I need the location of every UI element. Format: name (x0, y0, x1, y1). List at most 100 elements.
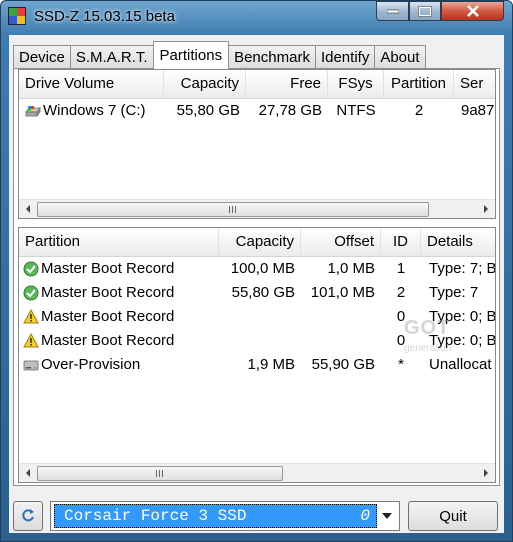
column-header-capacity[interactable]: Capacity (164, 70, 246, 98)
warning-icon (23, 309, 39, 324)
scroll-thumb[interactable] (37, 202, 429, 217)
partition-details: Unallocat (429, 356, 492, 373)
volume-hscrollbar[interactable] (19, 199, 495, 218)
drive-select-value: Corsair Force 3 SSD 0 (54, 504, 377, 528)
column-header-details[interactable]: Details (421, 228, 495, 256)
window-title: SSD-Z 15.03.15 beta (34, 8, 175, 25)
tab-partitions[interactable]: Partitions (152, 41, 230, 69)
table-row[interactable]: Over-Provision 1,9 MB 55,90 GB * Unalloc… (19, 353, 495, 377)
column-header-fsys[interactable]: FSys (328, 70, 384, 98)
partition-hscrollbar[interactable] (19, 463, 495, 482)
volume-fsys: NTFS (336, 102, 376, 119)
drive-index: 0 (360, 507, 370, 525)
drive-icon (25, 106, 41, 118)
table-row[interactable]: Master Boot Record 55,80 GB 101,0 MB 2 T… (19, 281, 495, 305)
partition-offset: 1,0 MB (327, 260, 375, 277)
tab-benchmark[interactable]: Benchmark (228, 45, 316, 69)
partition-details: Type: 7; B (429, 260, 496, 277)
tab-identify[interactable]: Identify (314, 45, 376, 69)
partition-offset (301, 329, 375, 353)
column-header-id[interactable]: ID (381, 228, 421, 256)
volume-free: 27,78 GB (258, 102, 322, 119)
scroll-right-button[interactable] (477, 200, 495, 218)
partition-capacity (219, 329, 295, 353)
maximize-icon (418, 5, 432, 17)
arrow-right-icon (484, 469, 488, 477)
partition-id: 0 (396, 332, 406, 349)
grip-icon (155, 470, 165, 477)
refresh-button[interactable] (13, 501, 43, 531)
table-row[interactable]: Master Boot Record 0 Type: 0; B (19, 305, 495, 329)
scroll-left-button[interactable] (19, 464, 37, 482)
partition-offset: 101,0 MB (310, 284, 375, 301)
warning-icon (23, 333, 39, 348)
volume-partition: 2 (414, 102, 424, 119)
tab-label: S.M.A.R.T. (75, 49, 148, 66)
partition-id: 0 (396, 308, 406, 325)
partition-details: Type: 7 (429, 284, 479, 301)
partition-offset (301, 305, 375, 329)
minimize-button[interactable] (376, 1, 409, 21)
scroll-right-button[interactable] (477, 464, 495, 482)
column-header-offset[interactable]: Offset (301, 228, 381, 256)
partitions-panel: Drive Volume Capacity Free FSys Partitio… (13, 68, 500, 486)
volume-capacity: 55,80 GB (176, 102, 240, 119)
close-icon (466, 5, 479, 17)
partition-capacity (219, 305, 295, 329)
quit-button[interactable]: Quit (408, 501, 498, 531)
drive-icon (23, 360, 39, 371)
drive-name: Corsair Force 3 SSD (64, 507, 247, 525)
scroll-thumb[interactable] (37, 466, 283, 481)
partition-name: Master Boot Record (41, 308, 175, 325)
dropdown-button[interactable] (377, 505, 397, 527)
check-icon (23, 261, 39, 277)
tab-label: Partitions (159, 47, 223, 64)
volume-list-header: Drive Volume Capacity Free FSys Partitio… (19, 70, 495, 99)
partition-name: Master Boot Record (41, 332, 175, 349)
arrow-left-icon (26, 469, 30, 477)
partition-capacity: 1,9 MB (247, 356, 295, 373)
tab-strip: Device S.M.A.R.T. Partitions Benchmark I… (13, 41, 426, 69)
check-icon (23, 285, 39, 301)
minimize-icon (386, 9, 399, 14)
column-header-drive-volume[interactable]: Drive Volume (19, 70, 164, 98)
tab-smart[interactable]: S.M.A.R.T. (69, 45, 154, 69)
partition-id: * (398, 356, 404, 373)
tab-label: Identify (320, 49, 370, 66)
volume-serial: 9a87- (461, 102, 496, 119)
scroll-left-button[interactable] (19, 200, 37, 218)
partition-capacity: 55,80 GB (231, 284, 295, 301)
partition-id: 1 (396, 260, 406, 277)
table-row[interactable]: Master Boot Record 100,0 MB 1,0 MB 1 Typ… (19, 257, 495, 281)
chevron-down-icon (382, 513, 392, 519)
partition-id: 2 (396, 284, 406, 301)
app-window: SSD-Z 15.03.15 beta Device S.M.A.R.T. Pa… (0, 0, 513, 542)
maximize-button[interactable] (409, 1, 441, 21)
partition-name: Master Boot Record (41, 284, 175, 301)
partition-list-header: Partition Capacity Offset ID Details (19, 228, 495, 257)
partition-details: Type: 0; B (429, 308, 496, 325)
table-row[interactable]: Windows 7 (C:) 55,80 GB 27,78 GB NTFS 2 … (19, 99, 495, 123)
column-header-free[interactable]: Free (246, 70, 328, 98)
column-header-capacity[interactable]: Capacity (219, 228, 301, 256)
tab-about[interactable]: About (374, 45, 426, 69)
table-row[interactable]: Master Boot Record 0 Type: 0; B (19, 329, 495, 353)
column-header-partition[interactable]: Partition (384, 70, 454, 98)
client-area: Device S.M.A.R.T. Partitions Benchmark I… (9, 35, 504, 533)
tab-label: Benchmark (234, 49, 310, 66)
partition-list[interactable]: Partition Capacity Offset ID Details Mas… (18, 227, 496, 483)
arrow-left-icon (26, 205, 30, 213)
drive-select[interactable]: Corsair Force 3 SSD 0 (50, 501, 400, 531)
close-button[interactable] (441, 1, 504, 21)
volume-list[interactable]: Drive Volume Capacity Free FSys Partitio… (18, 69, 496, 219)
column-header-serial[interactable]: Ser (454, 70, 495, 98)
tab-label: About (380, 49, 420, 66)
column-header-partition[interactable]: Partition (19, 228, 219, 256)
partition-offset: 55,90 GB (311, 356, 375, 373)
title-bar[interactable]: SSD-Z 15.03.15 beta (1, 1, 512, 35)
partition-name: Master Boot Record (41, 260, 175, 277)
tab-device[interactable]: Device (13, 45, 71, 69)
partition-capacity: 100,0 MB (230, 260, 295, 277)
grip-icon (228, 206, 238, 213)
partition-details: Type: 0; B (429, 332, 496, 349)
